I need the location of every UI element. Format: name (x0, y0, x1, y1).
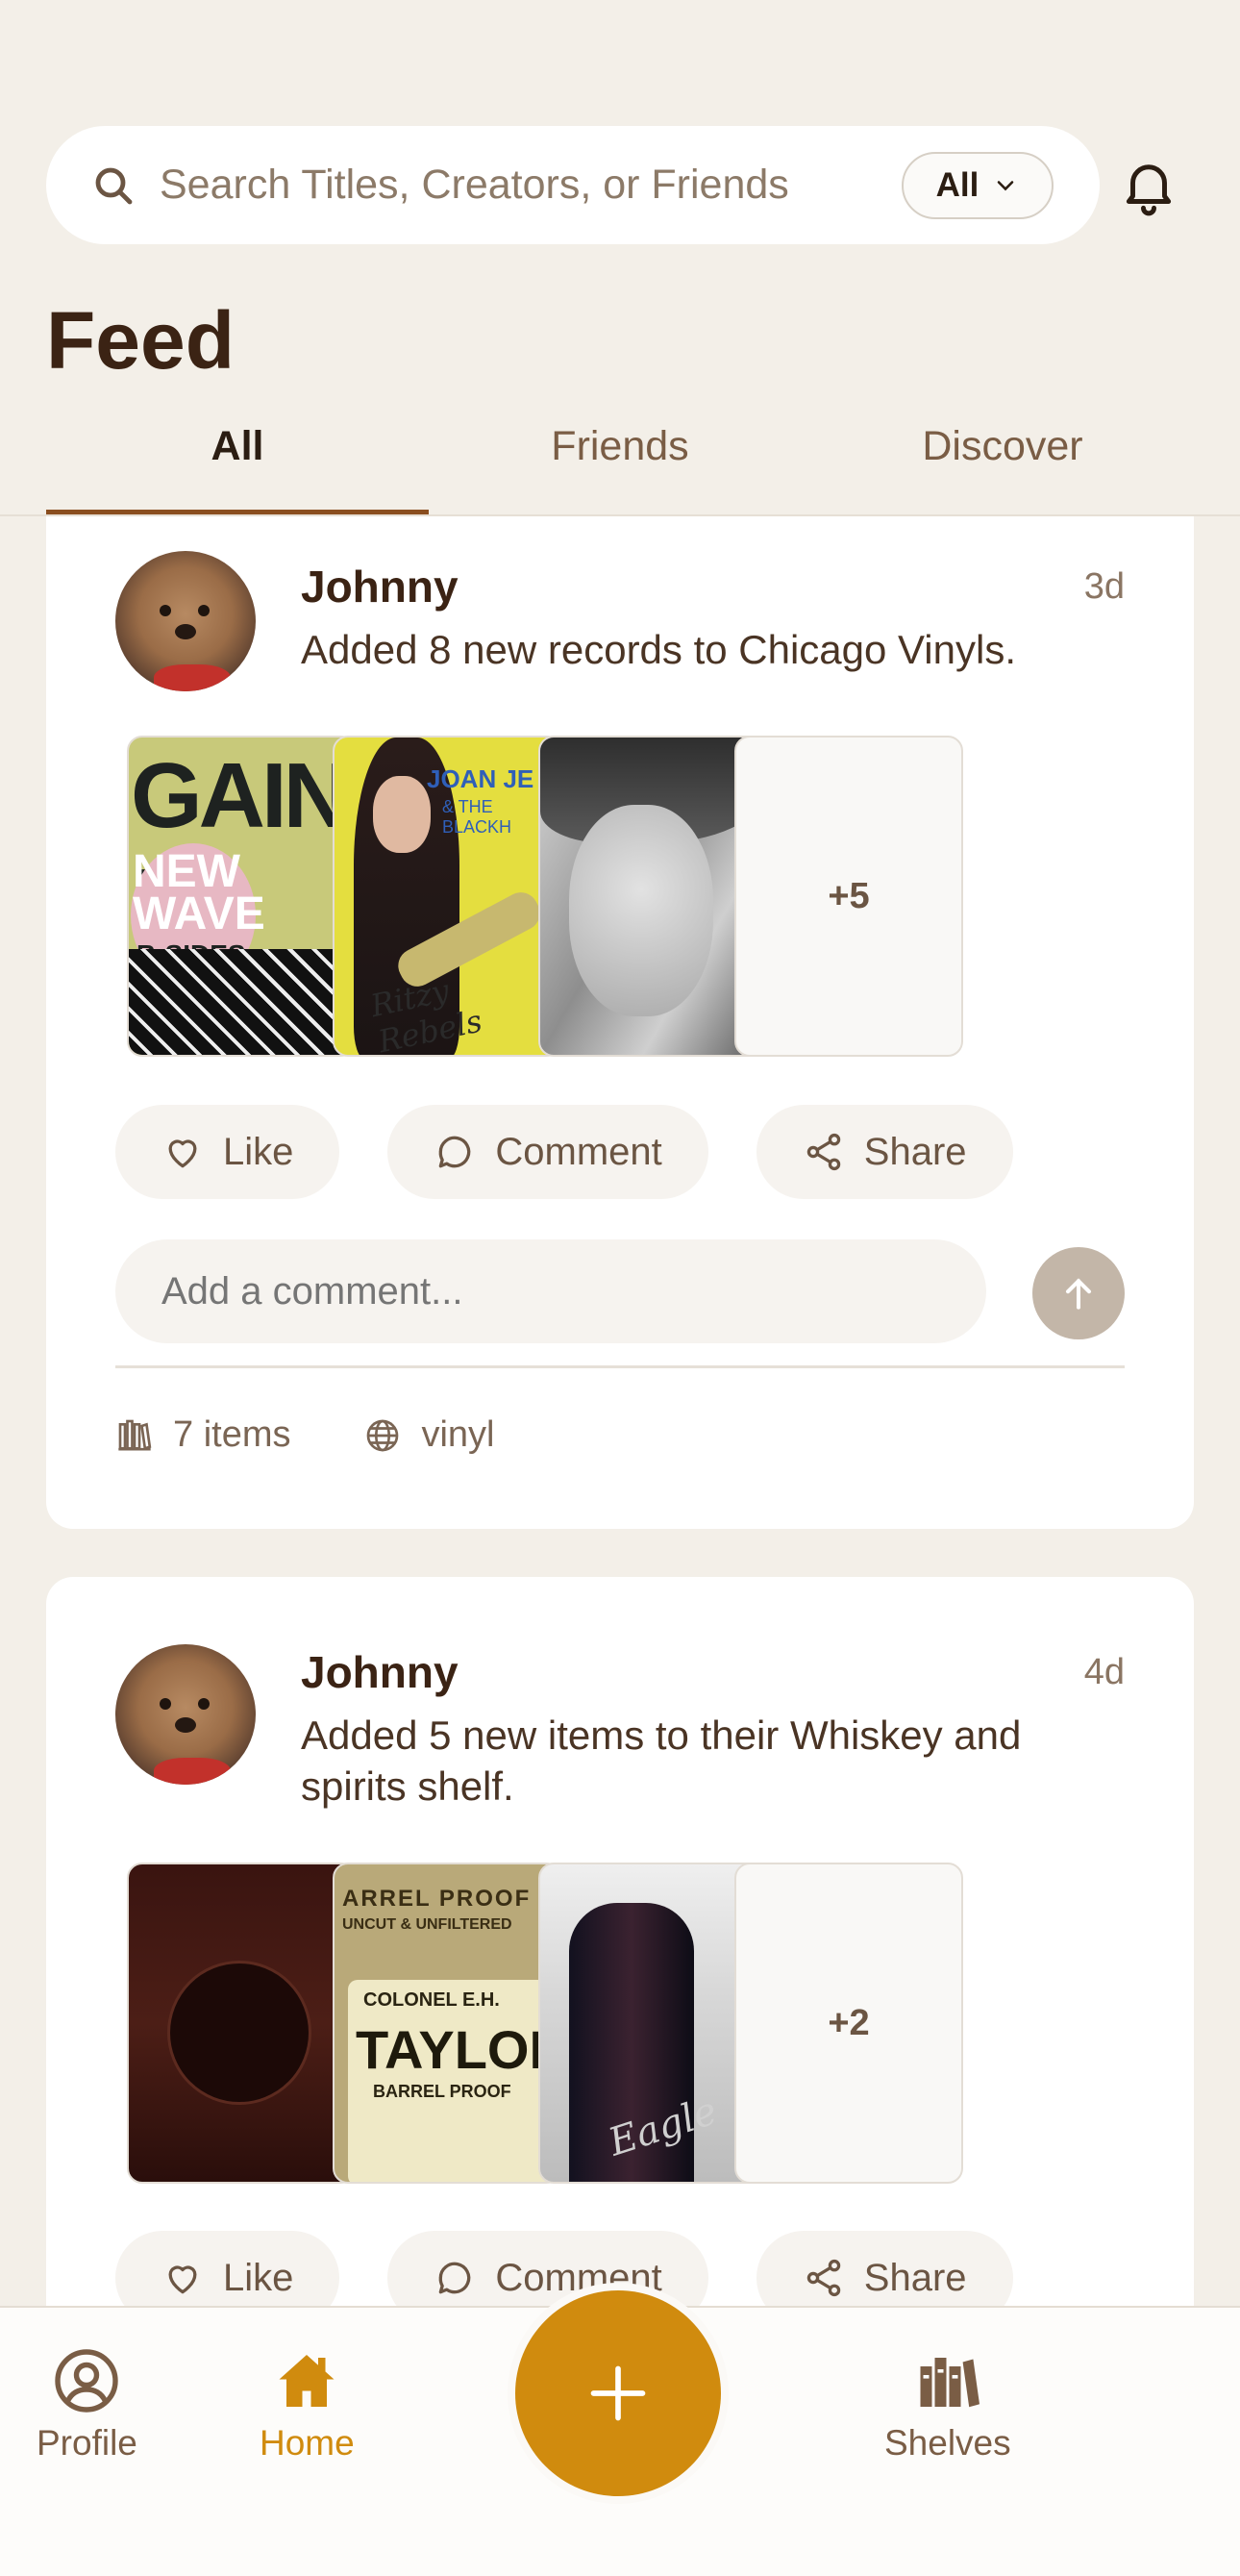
comment-input[interactable] (115, 1239, 986, 1343)
nav-home[interactable]: Home (260, 2346, 355, 2463)
post-timestamp: 4d (1083, 1652, 1125, 1692)
post-timestamp: 3d (1083, 566, 1125, 607)
avatar[interactable] (115, 1644, 256, 1785)
category-tag: vinyl (363, 1414, 495, 1456)
card-divider (115, 1365, 1125, 1368)
heart-icon (168, 1139, 197, 1168)
item-thumbnail[interactable]: ARREL PROOF UNCUT & UNFILTERED COLONEL E… (333, 1863, 561, 2184)
tab-all[interactable]: All (46, 410, 429, 515)
chevron-down-icon (998, 180, 1014, 190)
shelf-icon (118, 1419, 152, 1450)
share-button[interactable]: Share (756, 1105, 1013, 1199)
post-text: Added 8 new records to Chicago Vinyls. (301, 627, 1016, 672)
search-icon (95, 167, 133, 204)
feed-screen: Search Titles, Creators, or Friends All … (0, 0, 1240, 2576)
send-comment-button[interactable] (1032, 1247, 1125, 1339)
album-cover-thumbnail[interactable]: JOAN JE & THE BLACKH Ritzy Rebels (333, 736, 561, 1057)
post-meta: 7 items vinyl (115, 1414, 495, 1456)
more-items-tile[interactable]: +2 (734, 1863, 963, 2184)
comment-composer (115, 1239, 1125, 1345)
like-button[interactable]: Like (115, 1105, 340, 1199)
heart-icon (168, 2265, 197, 2294)
post-thumbnails: GAINS MI NEW WAVE B-SIDES JOAN JE & THE … (127, 736, 968, 1057)
avatar[interactable] (115, 551, 256, 691)
comment-bubble-icon (439, 2262, 471, 2294)
page-title: Feed (46, 295, 236, 386)
post-user-name[interactable]: Johnny (301, 1646, 459, 1698)
home-icon (279, 2355, 335, 2407)
feed-post-card: Johnny 3d Added 8 new records to Chicago… (46, 516, 1194, 1529)
item-thumbnail[interactable] (127, 1863, 356, 2184)
share-icon (806, 2259, 841, 2297)
album-cover-thumbnail[interactable] (538, 736, 767, 1057)
plus-icon (590, 2365, 646, 2421)
bookshelf-icon (920, 2358, 980, 2408)
search-input[interactable]: Search Titles, Creators, or Friends (160, 162, 902, 209)
nav-profile[interactable]: Profile (37, 2346, 137, 2463)
post-user-name[interactable]: Johnny (301, 561, 459, 613)
post-thumbnails: ARREL PROOF UNCUT & UNFILTERED COLONEL E… (127, 1863, 968, 2184)
comment-button[interactable]: Comment (387, 1105, 708, 1199)
search-filter-dropdown[interactable]: All (902, 151, 1054, 219)
add-button-circle (515, 2290, 721, 2496)
post-actions: Like Comment Share (115, 1105, 1013, 1199)
album-cover-thumbnail[interactable]: GAINS MI NEW WAVE B-SIDES (127, 736, 356, 1057)
comment-bubble-icon (439, 1136, 471, 1168)
search-bar[interactable]: Search Titles, Creators, or Friends All (46, 126, 1100, 244)
arrow-up-icon (1065, 1278, 1092, 1310)
profile-icon (55, 2349, 119, 2413)
tab-friends[interactable]: Friends (429, 410, 811, 515)
nav-shelves[interactable]: Shelves (884, 2346, 1011, 2463)
more-items-tile[interactable]: +5 (734, 736, 963, 1057)
globe-icon (367, 1419, 399, 1451)
post-text: Added 5 new items to their Whiskey and s… (301, 1713, 1022, 1809)
add-button[interactable] (508, 2283, 729, 2504)
item-thumbnail[interactable]: Eagle (538, 1863, 767, 2184)
share-icon (806, 1133, 841, 1171)
notifications-bell-icon[interactable] (1117, 154, 1180, 217)
tab-discover[interactable]: Discover (811, 410, 1194, 515)
items-count: 7 items (115, 1414, 290, 1456)
search-filter-label: All (935, 165, 980, 204)
feed-tabs: All Friends Discover (46, 410, 1194, 515)
